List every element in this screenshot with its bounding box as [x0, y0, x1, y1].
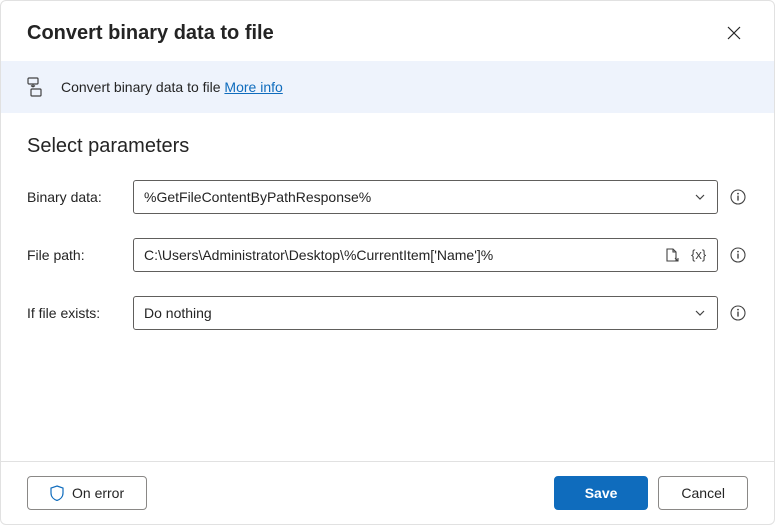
- on-error-button[interactable]: On error: [27, 476, 147, 510]
- close-icon: [727, 26, 741, 40]
- file-path-input[interactable]: C:\Users\Administrator\Desktop\%CurrentI…: [133, 238, 718, 272]
- chevron-down-icon: [689, 302, 711, 324]
- info-text: Convert binary data to file: [61, 79, 221, 95]
- file-path-value: C:\Users\Administrator\Desktop\%CurrentI…: [144, 247, 661, 263]
- dialog-title: Convert binary data to file: [27, 22, 274, 45]
- variable-picker-icon[interactable]: {x}: [689, 244, 711, 266]
- if-file-exists-label: If file exists:: [27, 305, 125, 321]
- info-icon[interactable]: [728, 245, 748, 265]
- file-path-label: File path:: [27, 247, 125, 263]
- binary-data-value: %GetFileContentByPathResponse%: [144, 189, 689, 205]
- close-button[interactable]: [720, 19, 748, 47]
- shield-icon: [50, 485, 64, 501]
- info-icon[interactable]: [728, 303, 748, 323]
- binary-data-label: Binary data:: [27, 189, 125, 205]
- more-info-link[interactable]: More info: [224, 79, 282, 95]
- convert-file-icon: [27, 77, 45, 97]
- if-file-exists-dropdown[interactable]: Do nothing: [133, 296, 718, 330]
- binary-data-dropdown[interactable]: %GetFileContentByPathResponse%: [133, 180, 718, 214]
- save-button[interactable]: Save: [554, 476, 649, 510]
- on-error-label: On error: [72, 485, 124, 501]
- info-bar: Convert binary data to file More info: [1, 61, 774, 113]
- section-title: Select parameters: [27, 135, 748, 158]
- if-file-exists-value: Do nothing: [144, 305, 689, 321]
- chevron-down-icon: [689, 186, 711, 208]
- info-icon[interactable]: [728, 187, 748, 207]
- cancel-button[interactable]: Cancel: [658, 476, 748, 510]
- browse-file-icon[interactable]: [661, 244, 683, 266]
- svg-text:{x}: {x}: [691, 248, 707, 262]
